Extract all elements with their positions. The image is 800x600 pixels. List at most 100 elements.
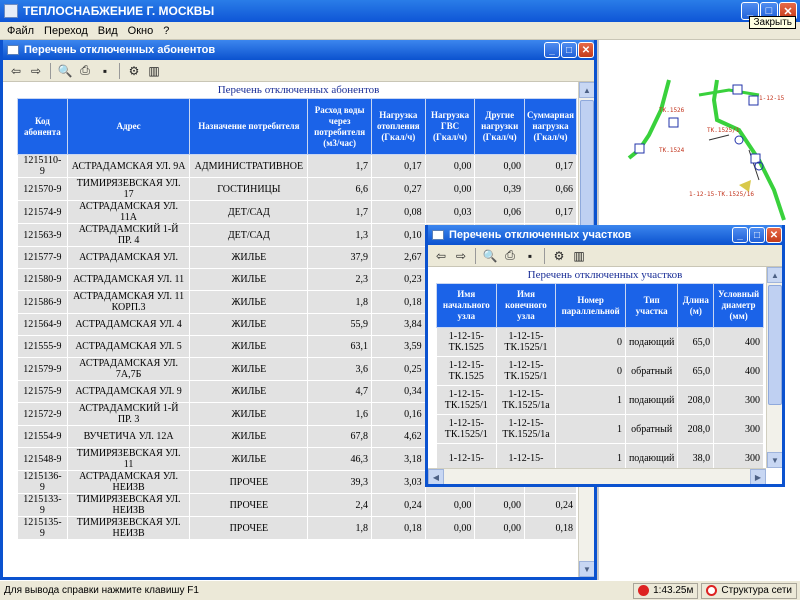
sections-horizontal-scrollbar[interactable]: ◀ ▶ bbox=[428, 468, 766, 484]
sections-close-button[interactable]: ✕ bbox=[766, 227, 782, 243]
menu-navigate[interactable]: Переход bbox=[39, 25, 93, 37]
table-row[interactable]: 1-12-15-ТК.1525/1 1-12-15-ТК.1525/1а 1 обра… bbox=[436, 414, 764, 444]
forward-arrow-icon[interactable]: ⇨ bbox=[27, 62, 45, 80]
sections-window-title: Перечень отключенных участков bbox=[449, 229, 632, 241]
table-cell: ЖИЛЬЕ bbox=[189, 290, 309, 314]
col-header[interactable]: Номер параллельной bbox=[555, 283, 626, 328]
col-header[interactable]: Длина (м) bbox=[677, 283, 715, 328]
app-title: ТЕПЛОСНАБЖЕНИЕ Г. МОСКВЫ bbox=[23, 4, 215, 18]
col-header[interactable]: Имя начального узла bbox=[436, 283, 497, 328]
settings-icon[interactable]: ⚙ bbox=[125, 62, 143, 80]
network-icon bbox=[706, 585, 718, 596]
scroll-down-icon[interactable]: ▼ bbox=[579, 561, 594, 577]
col-header[interactable]: Нагрузка отопления (Гкал/ч) bbox=[370, 98, 426, 155]
status-network-label: Структура сети bbox=[721, 585, 792, 596]
table-row[interactable]: 1-12-15-ТК.1525 1-12-15-ТК.1525/1 0 подающи… bbox=[436, 327, 764, 357]
preview-icon[interactable]: 🔍 bbox=[56, 62, 74, 80]
preview-icon[interactable]: 🔍 bbox=[481, 247, 499, 265]
table-cell: 46,3 bbox=[307, 447, 372, 471]
sections-maximize-button[interactable]: □ bbox=[749, 227, 765, 243]
scroll-down-icon[interactable]: ▼ bbox=[767, 452, 782, 468]
col-header[interactable]: Расход воды через потребителя (м3/час) bbox=[307, 98, 372, 155]
table-cell: 0,03 bbox=[424, 200, 476, 224]
subscribers-minimize-button[interactable]: _ bbox=[544, 42, 560, 58]
subscribers-close-button[interactable]: ✕ bbox=[578, 42, 594, 58]
table-cell: 2,3 bbox=[307, 268, 372, 291]
table-cell: 121580-9 bbox=[17, 268, 68, 291]
table-cell: 0,00 bbox=[424, 516, 476, 540]
col-header[interactable]: Нагрузка ГВС (Гкал/ч) bbox=[424, 98, 476, 155]
table-cell: ТИМИРЯЗЕВСКАЯ УЛ. НЕИЗВ bbox=[66, 516, 191, 540]
table-row[interactable]: 1215110-9 АСТРАДАМСКАЯ УЛ. 9А АДМИНИСТРАТИ… bbox=[17, 154, 577, 178]
table-cell: 6,6 bbox=[307, 177, 372, 201]
subscribers-caption: Перечень отключенных абонентов bbox=[217, 84, 380, 96]
col-header[interactable]: Назначение потребителя bbox=[189, 98, 309, 155]
menu-file[interactable]: Файл bbox=[2, 25, 39, 37]
subscribers-window-title-bar[interactable]: Перечень отключенных абонентов _ □ ✕ bbox=[3, 40, 594, 60]
table-cell: 3,84 bbox=[370, 313, 426, 336]
table-cell: ЖИЛЬЕ bbox=[189, 246, 309, 269]
map-label-3: ТК.1525/1 bbox=[707, 127, 740, 134]
sections-window-title-bar[interactable]: Перечень отключенных участков _ □ ✕ bbox=[428, 225, 782, 245]
menu-window[interactable]: Окно bbox=[123, 25, 159, 37]
status-bar: Для вывода справки нажмите клавишу F1 1:… bbox=[0, 580, 800, 600]
table-cell: 0,00 bbox=[424, 493, 476, 517]
table-row[interactable]: 1-12-15-ТК.1525 1-12-15-ТК.1525/1 0 обратны… bbox=[436, 356, 764, 386]
col-header[interactable]: Условный диаметр (мм) bbox=[713, 283, 764, 328]
columns-icon[interactable]: ▥ bbox=[145, 62, 163, 80]
table-row[interactable]: 1215133-9 ТИМИРЯЗЕВСКАЯ УЛ. НЕИЗВ ПРОЧЕЕ 2,… bbox=[17, 493, 577, 517]
scroll-up-icon[interactable]: ▲ bbox=[579, 82, 594, 98]
save-icon[interactable]: ▪ bbox=[96, 62, 114, 80]
table-cell: АСТРАДАМСКИЙ 1-Й ПР. 4 bbox=[66, 223, 191, 247]
save-icon[interactable]: ▪ bbox=[521, 247, 539, 265]
col-header[interactable]: Другие нагрузки (Гкал/ч) bbox=[474, 98, 526, 155]
columns-icon[interactable]: ▥ bbox=[570, 247, 588, 265]
subscribers-window-title: Перечень отключенных абонентов bbox=[24, 44, 216, 56]
menu-view[interactable]: Вид bbox=[93, 25, 123, 37]
sections-content: Перечень отключенных участков Имя началь… bbox=[428, 267, 782, 484]
status-network[interactable]: Структура сети bbox=[701, 582, 797, 599]
table-row[interactable]: 1-12-15-ТК.1525/1 1-12-15-ТК.1525/1а 1 пода… bbox=[436, 385, 764, 415]
back-arrow-icon[interactable]: ⇦ bbox=[7, 62, 25, 80]
scroll-right-icon[interactable]: ▶ bbox=[750, 469, 766, 484]
settings-icon[interactable]: ⚙ bbox=[550, 247, 568, 265]
table-cell: ЖИЛЬЕ bbox=[189, 313, 309, 336]
table-cell: 0,18 bbox=[370, 290, 426, 314]
sections-vertical-scrollbar[interactable]: ▲ ▼ bbox=[766, 267, 782, 468]
table-cell: 37,9 bbox=[307, 246, 372, 269]
table-cell: 3,18 bbox=[370, 447, 426, 471]
table-cell: 1,8 bbox=[307, 516, 372, 540]
scroll-left-icon[interactable]: ◀ bbox=[428, 469, 444, 484]
table-cell: 1-12-15-ТК.1525/1 bbox=[495, 356, 557, 386]
scroll-up-icon[interactable]: ▲ bbox=[767, 267, 782, 283]
col-header[interactable]: Код абонента bbox=[17, 98, 68, 155]
status-time-value: 1:43.25м bbox=[653, 585, 694, 596]
table-cell: 1,6 bbox=[307, 402, 372, 426]
scroll-thumb[interactable] bbox=[768, 285, 782, 405]
map-label-1: ТК.1526 bbox=[659, 107, 685, 114]
col-header[interactable]: Имя конечного узла bbox=[495, 283, 557, 328]
table-cell: 4,62 bbox=[370, 425, 426, 448]
table-cell: 0,18 bbox=[524, 516, 577, 540]
forward-arrow-icon[interactable]: ⇨ bbox=[452, 247, 470, 265]
table-row[interactable]: 121570-9 ТИМИРЯЗЕВСКАЯ УЛ. 17 ГОСТИНИЦЫ 6,6… bbox=[17, 177, 577, 201]
table-cell: 400 bbox=[713, 327, 764, 357]
print-icon[interactable]: ⎙ bbox=[76, 62, 94, 80]
table-cell: ПРОЧЕЕ bbox=[189, 493, 309, 517]
col-header[interactable]: Адрес bbox=[66, 98, 191, 155]
table-row[interactable]: 1215135-9 ТИМИРЯЗЕВСКАЯ УЛ. НЕИЗВ ПРОЧЕЕ 1,… bbox=[17, 516, 577, 540]
col-header[interactable]: Тип участка bbox=[624, 283, 679, 328]
table-cell: 3,59 bbox=[370, 335, 426, 358]
print-icon[interactable]: ⎙ bbox=[501, 247, 519, 265]
table-cell: ВУЧЕТИЧА УЛ. 12А bbox=[66, 425, 191, 448]
sections-minimize-button[interactable]: _ bbox=[732, 227, 748, 243]
table-cell: 1-12-15-ТК.1525 bbox=[436, 356, 497, 386]
table-row[interactable]: 121574-9 АСТРАДАМСКАЯ УЛ. 11А ДЕТ/САД 1,7 0,… bbox=[17, 200, 577, 224]
back-arrow-icon[interactable]: ⇦ bbox=[432, 247, 450, 265]
table-cell: 121554-9 bbox=[17, 425, 68, 448]
menu-help[interactable]: ? bbox=[158, 25, 174, 37]
table-cell: ЖИЛЬЕ bbox=[189, 402, 309, 426]
subscribers-maximize-button[interactable]: □ bbox=[561, 42, 577, 58]
col-header[interactable]: Суммарная нагрузка (Гкал/ч) bbox=[524, 98, 577, 155]
table-cell: АДМИНИСТРАТИВНОЕ bbox=[189, 154, 309, 178]
